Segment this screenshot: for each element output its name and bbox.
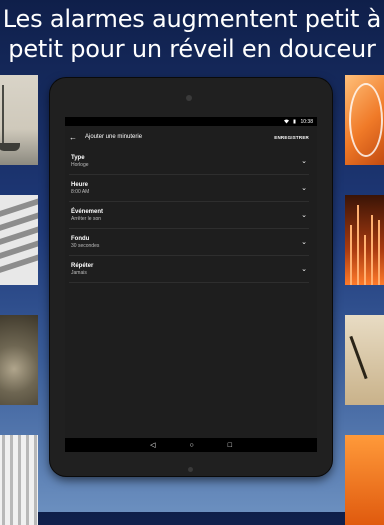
home-icon[interactable]: ○ bbox=[189, 442, 193, 449]
setting-label: Événement bbox=[71, 208, 104, 215]
wifi-icon bbox=[284, 119, 290, 124]
system-nav-bar: ◁ ○ □ bbox=[65, 438, 317, 452]
chevron-down-icon[interactable]: ⌄ bbox=[299, 184, 309, 192]
status-bar: 10:38 bbox=[65, 117, 317, 126]
thumb-sailboat bbox=[0, 75, 38, 165]
battery-icon bbox=[292, 119, 297, 124]
thumb-fibers bbox=[345, 195, 384, 285]
setting-value: Horloge bbox=[71, 161, 89, 168]
setting-type[interactable]: Type Horloge ⌄ bbox=[69, 148, 309, 175]
setting-label: Type bbox=[71, 154, 85, 161]
setting-value: 8:00 AM bbox=[71, 188, 90, 195]
tablet-screen: 10:38 ← Ajouter une minuterie ENREGISTRE… bbox=[65, 117, 317, 452]
back-icon[interactable]: ◁ bbox=[150, 441, 155, 449]
thumb-stairs bbox=[0, 195, 38, 285]
setting-label: Répéter bbox=[71, 262, 94, 269]
promo-headline: Les alarmes augmentent petit à petit pou… bbox=[0, 4, 384, 64]
thumb-clock bbox=[345, 315, 384, 405]
headline-line-1: Les alarmes augmentent petit à bbox=[2, 5, 382, 33]
setting-time[interactable]: Heure 8:00 AM ⌄ bbox=[69, 175, 309, 202]
setting-value: Arrêter le son bbox=[71, 215, 102, 222]
setting-label: Fondu bbox=[71, 235, 90, 242]
tablet-camera bbox=[186, 95, 192, 101]
app-bar: ← Ajouter une minuterie ENREGISTRER bbox=[65, 126, 317, 148]
thumb-cat bbox=[0, 315, 38, 405]
thumb-orange-lamp bbox=[345, 75, 384, 165]
chevron-down-icon[interactable]: ⌄ bbox=[299, 265, 309, 273]
page-title: Ajouter une minuterie bbox=[85, 134, 143, 140]
settings-list: Type Horloge ⌄ Heure 8:00 AM ⌄ Événement… bbox=[65, 148, 317, 283]
save-button[interactable]: ENREGISTRER bbox=[274, 135, 317, 140]
chevron-down-icon[interactable]: ⌄ bbox=[299, 157, 309, 165]
setting-event[interactable]: Événement Arrêter le son ⌄ bbox=[69, 202, 309, 229]
arrow-back-icon[interactable]: ← bbox=[65, 133, 81, 142]
recents-icon[interactable]: □ bbox=[228, 442, 232, 449]
setting-value: 30 secondes bbox=[71, 242, 100, 249]
chevron-down-icon[interactable]: ⌄ bbox=[299, 211, 309, 219]
setting-label: Heure bbox=[71, 181, 89, 188]
tablet-sensor bbox=[188, 467, 193, 472]
headline-line-2: petit pour un réveil en douceur bbox=[8, 35, 376, 63]
setting-value: Jamais bbox=[71, 269, 87, 276]
setting-repeat[interactable]: Répéter Jamais ⌄ bbox=[69, 256, 309, 283]
setting-fade[interactable]: Fondu 30 secondes ⌄ bbox=[69, 229, 309, 256]
chevron-down-icon[interactable]: ⌄ bbox=[299, 238, 309, 246]
status-time: 10:38 bbox=[300, 118, 313, 125]
